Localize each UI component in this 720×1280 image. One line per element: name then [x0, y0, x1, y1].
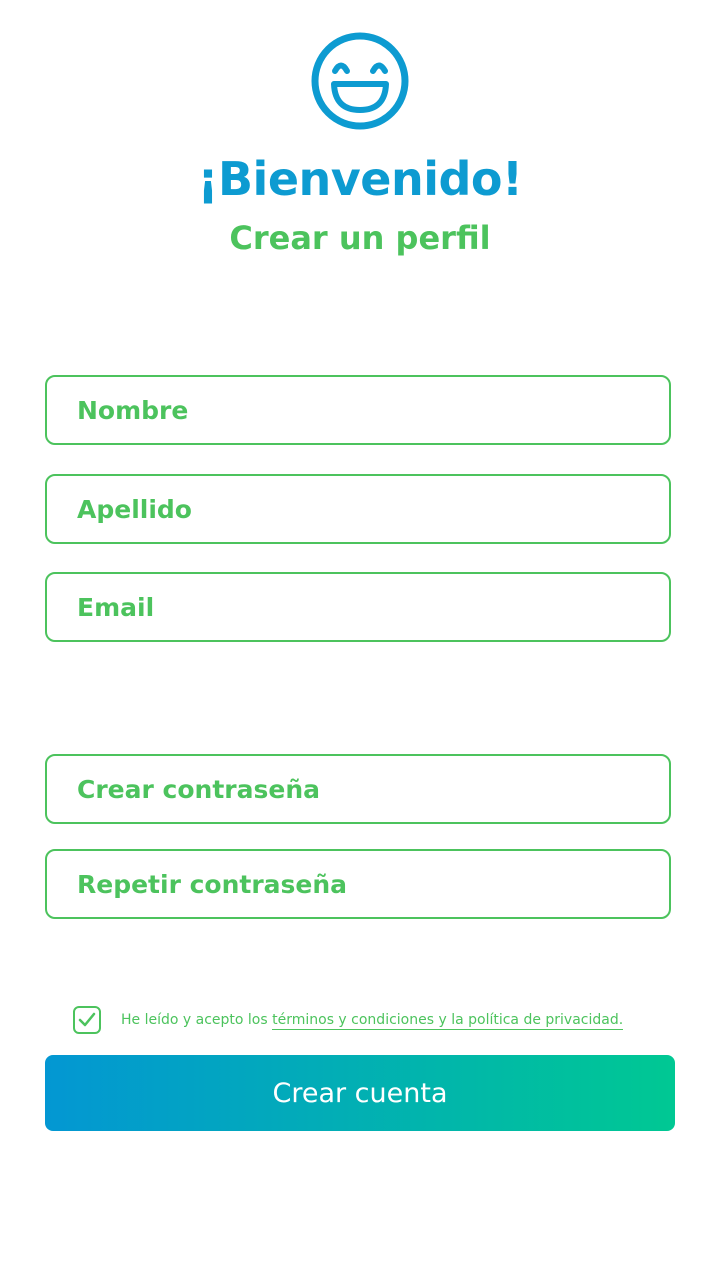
checkmark-icon [78, 1012, 96, 1027]
first-name-field[interactable] [45, 375, 671, 445]
password-input[interactable] [47, 756, 669, 822]
terms-link[interactable]: términos y condiciones y la política de … [272, 1012, 624, 1030]
last-name-input[interactable] [47, 476, 669, 542]
last-name-field[interactable] [45, 474, 671, 544]
terms-text: He leído y acepto los términos y condici… [121, 1012, 624, 1030]
email-input[interactable] [47, 574, 669, 640]
first-name-input[interactable] [47, 377, 669, 443]
repeat-password-input[interactable] [47, 851, 669, 917]
password-field[interactable] [45, 754, 671, 824]
page-subtitle: Crear un perfil [229, 219, 491, 257]
repeat-password-field[interactable] [45, 849, 671, 919]
create-account-button[interactable]: Crear cuenta [45, 1055, 675, 1131]
email-field[interactable] [45, 572, 671, 642]
signup-screen: ¡Bienvenido! Crear un perfil He leído y … [0, 0, 720, 1280]
page-title: ¡Bienvenido! [197, 152, 523, 206]
terms-checkbox[interactable] [73, 1006, 101, 1034]
terms-prefix: He leído y acepto los [121, 1012, 273, 1028]
smiley-face-icon [311, 32, 409, 130]
terms-row: He leído y acepto los términos y condici… [73, 1005, 624, 1035]
